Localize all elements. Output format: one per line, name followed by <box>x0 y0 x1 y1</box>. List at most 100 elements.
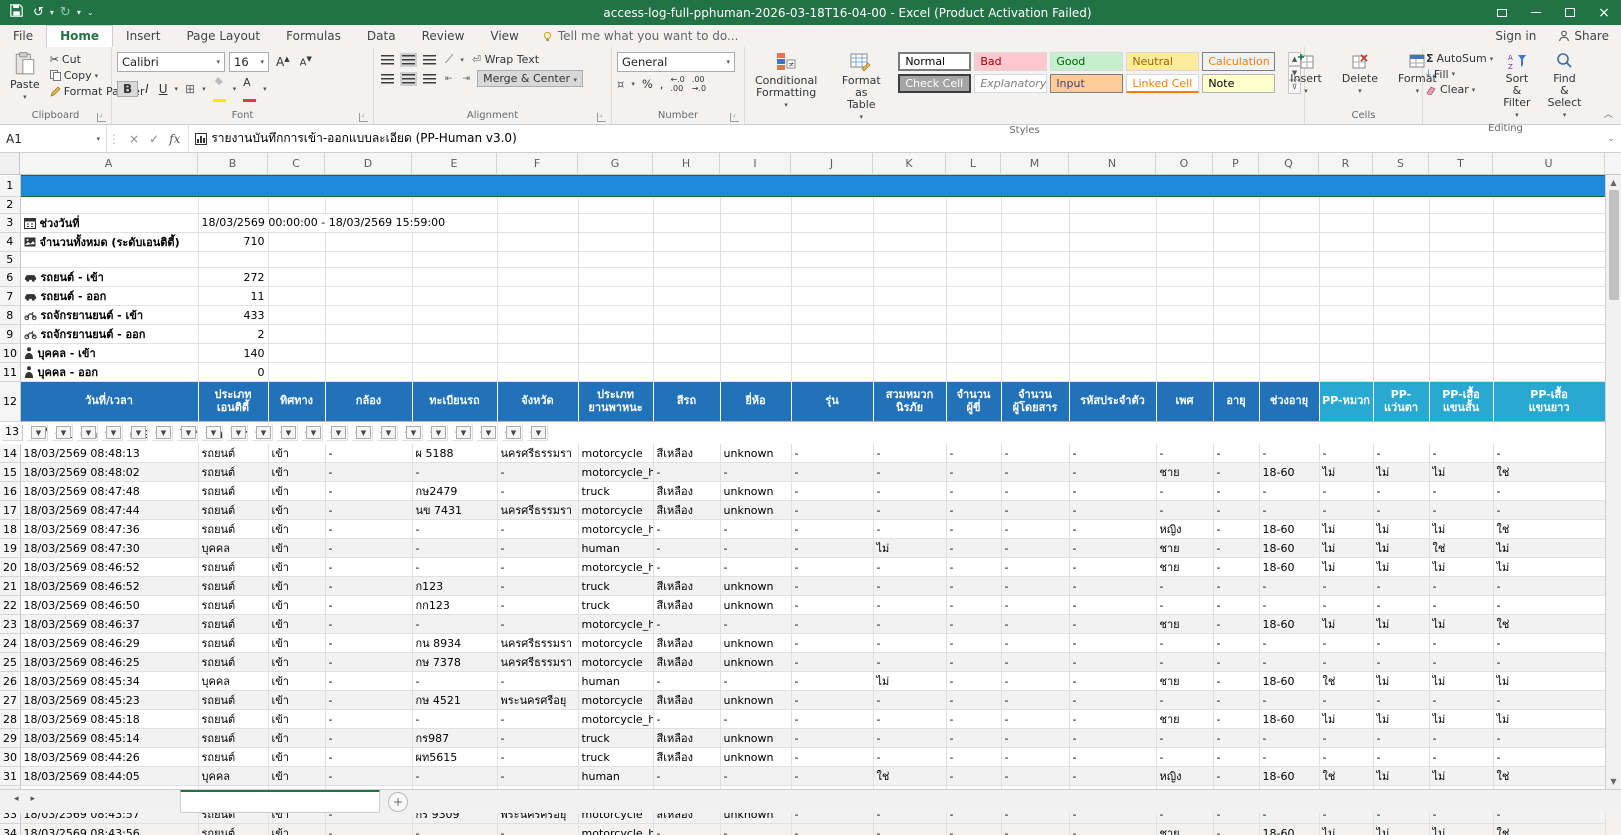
cell[interactable]: - <box>1001 615 1069 634</box>
cell[interactable]: - <box>791 615 873 634</box>
row-header[interactable]: 10 <box>0 344 20 363</box>
cell[interactable]: - <box>653 558 720 577</box>
cell[interactable]: - <box>791 748 873 767</box>
cell[interactable] <box>412 325 497 344</box>
cell[interactable]: - <box>946 520 1001 539</box>
cell[interactable]: unknown <box>720 577 791 596</box>
cell[interactable]: - <box>873 729 946 748</box>
cell[interactable] <box>946 344 1001 363</box>
cell[interactable] <box>1319 363 1373 382</box>
share-button[interactable]: Share <box>1546 26 1621 47</box>
cell[interactable]: - <box>1493 634 1605 653</box>
cell[interactable]: เข้า <box>268 558 325 577</box>
cell[interactable] <box>1213 363 1259 382</box>
cell[interactable]: - <box>1213 520 1259 539</box>
filter-dropdown-icon[interactable]: ▼ <box>56 426 71 439</box>
cell[interactable] <box>578 363 653 382</box>
column-header[interactable]: ประเภท ยานพาหนะ <box>578 382 653 422</box>
cell[interactable]: - <box>1429 577 1493 596</box>
cell[interactable]: - <box>791 577 873 596</box>
number-dialog-launcher-icon[interactable] <box>730 113 739 122</box>
column-header[interactable]: จังหวัด <box>497 382 578 422</box>
column-letter-G[interactable]: G <box>578 153 653 174</box>
cell[interactable]: - <box>653 463 720 482</box>
cell[interactable] <box>497 197 578 214</box>
cell[interactable]: - <box>325 634 412 653</box>
cell[interactable]: - <box>1259 729 1319 748</box>
increase-decimal-icon[interactable]: ←.0.00 <box>670 75 684 93</box>
cell[interactable]: บุคคล <box>198 767 268 786</box>
cell[interactable]: - <box>1319 748 1373 767</box>
sheet-nav-left-icon[interactable]: ◂ <box>14 794 19 804</box>
cell[interactable]: -▼ <box>377 425 398 442</box>
cell[interactable]: - <box>412 767 497 786</box>
cell[interactable]: ไม่ <box>1373 520 1429 539</box>
cell[interactable] <box>791 287 873 306</box>
cell[interactable]: ไม่ <box>1319 539 1373 558</box>
cell[interactable]: 18/03/2569 08:46:52 <box>20 558 198 577</box>
tell-me-box[interactable]: Tell me what you want to do... <box>532 26 749 47</box>
cell[interactable]: - <box>1069 615 1156 634</box>
cell[interactable]: สีเหลือง <box>653 653 720 672</box>
cell[interactable]: motorcycle_hum <box>578 463 653 482</box>
cell[interactable] <box>1213 325 1259 344</box>
filter-dropdown-icon[interactable]: ▼ <box>156 426 171 439</box>
cell[interactable]: - <box>1373 501 1429 520</box>
cell[interactable]: - <box>1213 501 1259 520</box>
cell[interactable]: - <box>791 653 873 672</box>
cell[interactable]: เข้า <box>268 577 325 596</box>
cell[interactable]: unknown <box>720 444 791 463</box>
cell[interactable]: -▼ <box>277 425 298 442</box>
cell[interactable]: - <box>1069 729 1156 748</box>
row-header[interactable]: 27 <box>0 691 20 710</box>
cell[interactable]: - <box>653 767 720 786</box>
cell[interactable]: - <box>720 558 791 577</box>
cell[interactable]: - <box>873 748 946 767</box>
cell[interactable]: - <box>1001 577 1069 596</box>
cell[interactable]: ชาย <box>1156 615 1213 634</box>
cell[interactable]: รถยนต์ <box>198 482 268 501</box>
cell[interactable] <box>412 363 497 382</box>
cell[interactable]: - <box>1156 748 1213 767</box>
style-explanatory[interactable]: Explanatory ... <box>974 74 1047 93</box>
cell[interactable] <box>268 344 325 363</box>
cell[interactable]: สีเหลือง <box>653 596 720 615</box>
cell[interactable]: -▼ <box>152 425 173 442</box>
cell[interactable]: -▼ <box>352 425 373 442</box>
cell[interactable]: - <box>791 634 873 653</box>
cell[interactable]: motorcycle_hum <box>578 558 653 577</box>
cell[interactable]: -▼ <box>477 425 498 442</box>
cell[interactable]: - <box>1069 463 1156 482</box>
cell[interactable] <box>1001 363 1069 382</box>
cell[interactable]: - <box>1069 767 1156 786</box>
cell[interactable]: 18/03/2569 08:47:48 <box>20 482 198 501</box>
insert-cells-button[interactable]: Insert▾ <box>1283 49 1329 98</box>
cell[interactable] <box>653 268 720 287</box>
cell[interactable]: สีเหลือง <box>653 577 720 596</box>
cell[interactable]: - <box>497 558 578 577</box>
cell[interactable]: - <box>1493 482 1605 501</box>
style-good[interactable]: Good <box>1050 52 1123 71</box>
cell[interactable]: - <box>1156 596 1213 615</box>
cell[interactable] <box>946 232 1001 251</box>
cell[interactable] <box>1373 287 1429 306</box>
cell[interactable]: ไม่ <box>873 539 946 558</box>
cell[interactable]: truck <box>578 596 653 615</box>
cell[interactable]: รถยนต์ <box>198 748 268 767</box>
cell[interactable]: - <box>873 463 946 482</box>
minimize-button[interactable] <box>1519 0 1553 25</box>
row-header[interactable]: 12 <box>0 382 20 422</box>
cell[interactable]: - <box>1213 463 1259 482</box>
cell[interactable]: ไม่ <box>1373 672 1429 691</box>
cell[interactable] <box>578 325 653 344</box>
cell[interactable]: - <box>1001 539 1069 558</box>
row-header[interactable]: 8 <box>0 306 20 325</box>
cell[interactable] <box>946 268 1001 287</box>
cell[interactable]: - <box>497 710 578 729</box>
cell[interactable]: - <box>325 615 412 634</box>
cell[interactable]: ใช่ <box>1429 539 1493 558</box>
column-letter-L[interactable]: L <box>946 153 1001 174</box>
cell[interactable] <box>1429 232 1493 251</box>
cell[interactable]: เข้า <box>268 596 325 615</box>
column-letter-R[interactable]: R <box>1319 153 1373 174</box>
